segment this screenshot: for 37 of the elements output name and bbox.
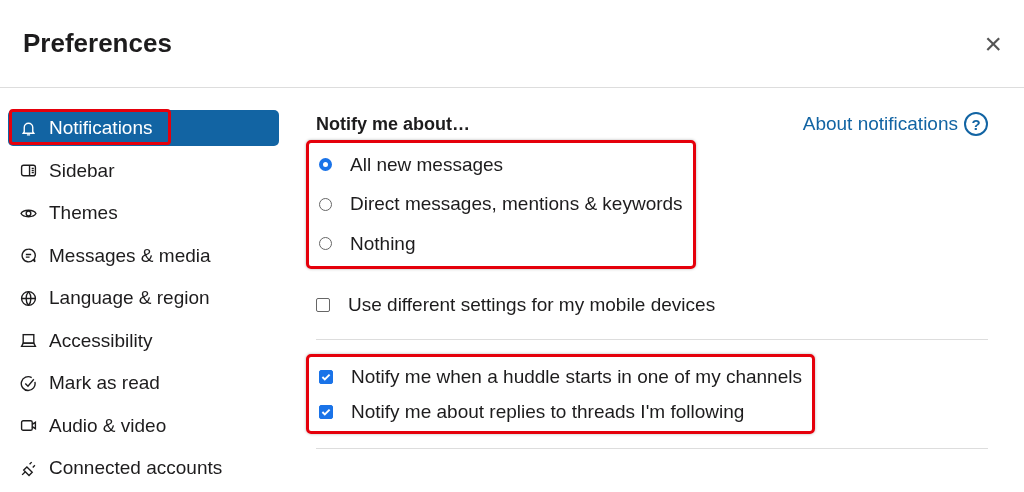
section-heading: Notify me about… [316,113,470,135]
sidebar-item[interactable]: Language & region [8,280,279,316]
sidebar-item[interactable]: Messages & media [8,237,279,274]
message-icon [20,247,37,264]
option-label: All new messages [350,153,504,176]
sidebar-item[interactable]: Sidebar [8,152,279,189]
sidebar-item[interactable]: Themes [8,195,279,231]
radio-button[interactable] [319,158,332,172]
option-label: Use different settings for my mobile devices [348,294,716,317]
checkbox-option[interactable]: Notify me about replies to threads I'm following [319,394,802,429]
radio-option[interactable]: Nothing [319,224,683,264]
sidebar-item[interactable]: Notifications [8,110,279,146]
checkbox-option[interactable]: Notify me when a huddle starts in one of my channels [319,359,802,394]
close-button[interactable]: × [980,26,1006,61]
option-label: Notify me when a huddle starts in one of my channels [351,365,802,388]
checkbox-option[interactable]: Use different settings for my mobile devices [316,285,988,325]
video-camera-icon [20,417,37,434]
option-label: Nothing [350,232,416,255]
bell-icon [20,119,37,137]
sidebar-item[interactable]: Accessibility [8,322,279,359]
sidebar-item[interactable]: Audio & video [8,407,279,444]
plug-icon [20,459,37,477]
sidebar-icon [20,162,37,179]
about-notifications-link[interactable]: About notifications ? [802,112,988,136]
option-label: Notify me about replies to threads I'm following [351,400,745,423]
checkmark-circle-icon [20,374,37,392]
laptop-icon [20,332,37,349]
checkbox[interactable] [319,369,333,384]
radio-option[interactable]: Direct messages, mentions & keywords [319,184,683,224]
checkbox[interactable] [319,404,333,419]
checkbox[interactable] [316,298,330,313]
sidebar-item[interactable]: Connected accounts [8,450,279,486]
option-label: Direct messages, mentions & keywords [350,193,683,216]
globe-icon [20,289,37,307]
window-title: Preferences [23,28,172,59]
sidebar-item[interactable]: Mark as read [8,365,279,401]
radio-option[interactable]: All new messages [319,145,683,185]
